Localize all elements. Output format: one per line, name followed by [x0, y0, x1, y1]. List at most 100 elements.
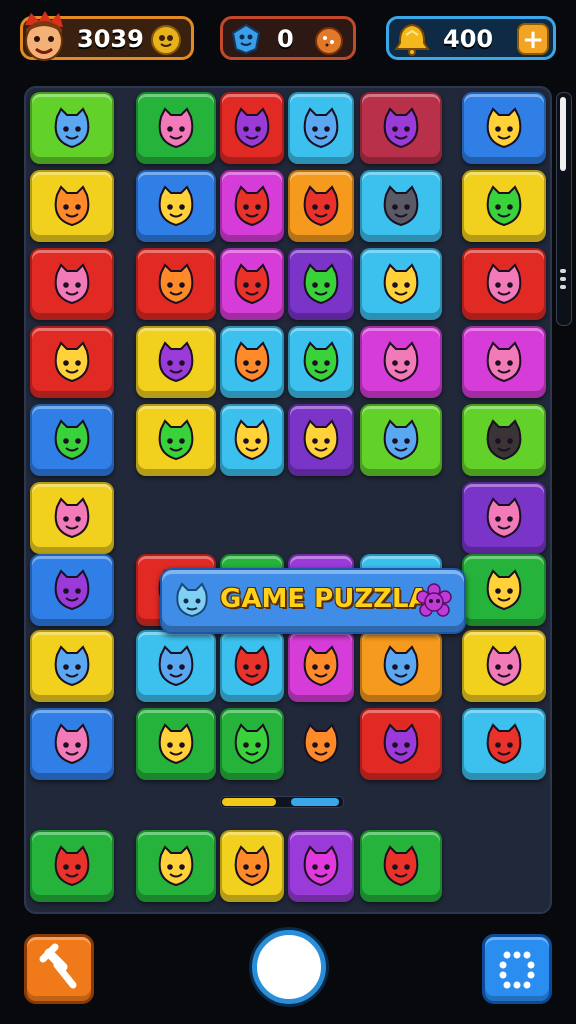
tile-pink-cat[interactable] [136, 92, 216, 164]
pink-flower-icon [486, 645, 522, 687]
cookie-icon [315, 27, 343, 55]
tile-yellow-star[interactable] [360, 248, 442, 320]
tile-pink-bear[interactable] [30, 248, 114, 320]
tile-red-pepper[interactable] [288, 170, 354, 242]
tile-red-blob[interactable] [30, 830, 114, 902]
red-berry-icon [234, 185, 270, 227]
level-progress-bar [220, 796, 344, 808]
tile-purple-face[interactable] [30, 554, 114, 626]
tile-green-pepper[interactable] [220, 708, 284, 780]
tile-yellow-fish[interactable] [462, 554, 546, 626]
tile-yellow-blob[interactable] [462, 92, 546, 164]
character-avatar-icon [25, 11, 63, 61]
orange-cat-icon [158, 263, 194, 305]
yellow-bird-icon [158, 845, 194, 887]
dark-blob-icon [486, 419, 522, 461]
green-bird-icon [54, 419, 90, 461]
tile-pink-hat[interactable] [462, 482, 546, 554]
tile-orange-pepper[interactable] [288, 630, 354, 702]
tile-purple-cat[interactable] [360, 92, 442, 164]
blue-blob-icon [158, 645, 194, 687]
tile-purple-candy[interactable] [136, 326, 216, 398]
score-value: 3039 [77, 25, 144, 53]
tile-red-spiky[interactable] [220, 630, 284, 702]
red-pepper-icon [303, 185, 339, 227]
tile-blue-flower[interactable] [30, 630, 114, 702]
tile-orange-face[interactable] [30, 170, 114, 242]
green-pepper-icon [303, 263, 339, 305]
tile-orange-blob[interactable] [220, 830, 284, 902]
yellow-blob-icon [486, 107, 522, 149]
orange-pepper-icon [303, 645, 339, 687]
center-action-button[interactable] [252, 930, 326, 1004]
hammer-icon [39, 943, 77, 989]
tile-red-berry[interactable] [220, 170, 284, 242]
tile-pink-cat[interactable] [360, 326, 442, 398]
pink-cat-icon [54, 723, 90, 765]
tile-orange-leaf[interactable] [220, 326, 284, 398]
pink-blob-icon [54, 497, 90, 539]
tile-yellow-bird[interactable] [136, 830, 216, 902]
tile-red-blob[interactable] [360, 830, 442, 902]
tile-purple-plum[interactable] [220, 92, 284, 164]
tile-red-heart[interactable] [462, 708, 546, 780]
yellow-square-icon [158, 723, 194, 765]
tile-purple-bag[interactable] [360, 708, 442, 780]
tile-magenta-fruit[interactable] [288, 830, 354, 902]
tile-pink-flower[interactable] [462, 630, 546, 702]
pink-bear-icon [486, 263, 522, 305]
green-pepper-icon [234, 723, 270, 765]
gold-face-icon [151, 25, 181, 55]
blue-star-icon [303, 107, 339, 149]
tile-pink-blob[interactable] [30, 482, 114, 554]
tile-pink-flower[interactable] [462, 326, 546, 398]
tile-yellow-square[interactable] [136, 708, 216, 780]
tile-pink-cat[interactable] [30, 708, 114, 780]
score-counter: 3039 [20, 11, 194, 61]
tile-blue-bird[interactable] [360, 630, 442, 702]
red-blob-icon [54, 845, 90, 887]
coins-value: 400 [443, 25, 494, 53]
gold-bell-icon [394, 23, 430, 56]
tile-yellow-lemon[interactable] [136, 170, 216, 242]
grid-menu-button[interactable] [482, 934, 552, 1004]
tile-orange-cat[interactable] [136, 248, 216, 320]
blue-fish-icon [383, 419, 419, 461]
purple-plum-icon [234, 107, 270, 149]
tile-gray-cat[interactable] [360, 170, 442, 242]
tile-green-bird[interactable] [30, 404, 114, 476]
board-scrollbar[interactable] [556, 92, 572, 326]
red-apple-icon [234, 263, 270, 305]
add-coins-button[interactable]: + [517, 23, 549, 55]
tile-green-pepper[interactable] [288, 326, 354, 398]
pink-cat-icon [158, 107, 194, 149]
yellow-lemon-icon [158, 185, 194, 227]
scrollbar-thumb[interactable] [560, 97, 566, 171]
orange-jar-icon [303, 723, 339, 765]
tile-orange-jar[interactable] [288, 708, 354, 780]
game-title-banner: GAME PUZZLA [160, 568, 466, 634]
game-board: GAME PUZZLA [24, 86, 552, 914]
tile-blue-blob[interactable] [30, 92, 114, 164]
red-spiky-icon [234, 645, 270, 687]
tile-blue-fish[interactable] [360, 404, 442, 476]
pink-flower-icon [486, 341, 522, 383]
tile-green-apple[interactable] [136, 404, 216, 476]
tile-pink-bear[interactable] [462, 248, 546, 320]
tile-red-apple[interactable] [220, 248, 284, 320]
pink-cat-icon [383, 341, 419, 383]
tile-yellow-bear[interactable] [30, 326, 114, 398]
tile-green-pepper[interactable] [288, 248, 354, 320]
pink-hat-icon [486, 497, 522, 539]
tile-dark-blob[interactable] [462, 404, 546, 476]
yellow-lemon-icon [234, 419, 270, 461]
tile-yellow-lemon[interactable] [220, 404, 284, 476]
tile-green-flower[interactable] [462, 170, 546, 242]
tile-blue-star[interactable] [288, 92, 354, 164]
tile-blue-blob[interactable] [136, 630, 216, 702]
hammer-button[interactable] [24, 934, 94, 1004]
tile-yellow-mango[interactable] [288, 404, 354, 476]
purple-bag-icon [383, 723, 419, 765]
grid-dots-icon [499, 951, 535, 989]
blue-gem-icon [231, 23, 261, 55]
